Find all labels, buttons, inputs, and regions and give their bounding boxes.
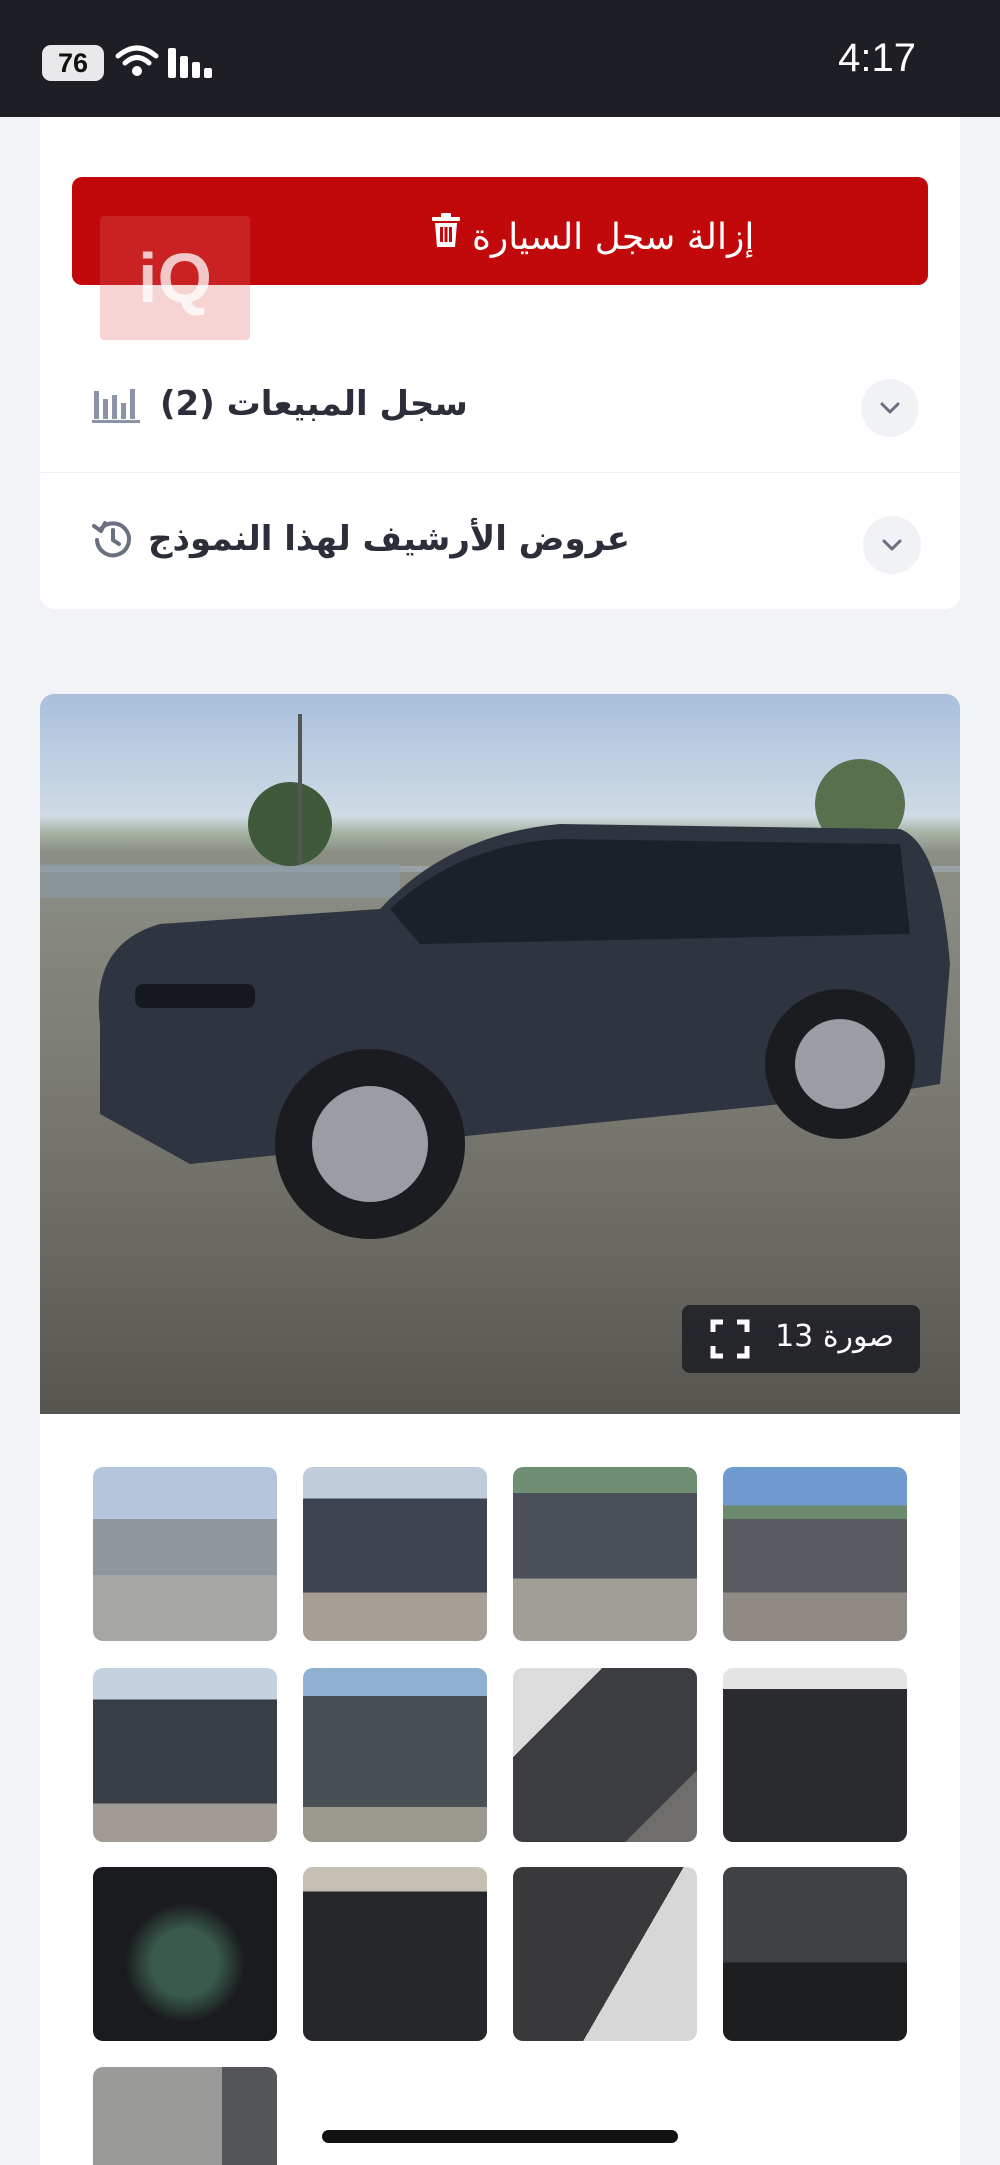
expand-sales-history-button[interactable] bbox=[861, 379, 919, 437]
gallery-thumbnail[interactable] bbox=[93, 1867, 277, 2041]
home-indicator bbox=[322, 2130, 678, 2143]
photo-count-label: صورة 13 bbox=[775, 1319, 894, 1354]
chevron-down-icon bbox=[882, 539, 902, 551]
gallery-thumbnail[interactable] bbox=[93, 1467, 277, 1641]
gallery-thumbnail[interactable] bbox=[303, 1867, 487, 2041]
gallery-thumbnail[interactable] bbox=[93, 2067, 277, 2165]
gallery-thumbnail[interactable] bbox=[723, 1467, 907, 1641]
gallery-thumbnail[interactable] bbox=[303, 1467, 487, 1641]
chevron-down-icon bbox=[880, 402, 900, 414]
sales-history-row[interactable]: سجل المبيعات (2) bbox=[40, 357, 960, 457]
archive-offers-title: عروض الأرشيف لهذا النموذج bbox=[148, 519, 630, 559]
battery-indicator: 76 bbox=[42, 45, 104, 81]
photo-count-badge[interactable]: صورة 13 bbox=[682, 1305, 920, 1373]
cellular-signal-icon bbox=[168, 48, 218, 78]
trash-icon bbox=[432, 213, 460, 247]
wifi-icon bbox=[115, 45, 159, 76]
remove-car-record-label: إزالة سجل السيارة bbox=[472, 217, 755, 258]
clock: 4:17 bbox=[838, 36, 916, 80]
expand-archive-offers-button[interactable] bbox=[863, 516, 921, 574]
archive-offers-row[interactable]: عروض الأرشيف لهذا النموذج bbox=[40, 492, 960, 592]
section-divider bbox=[40, 472, 960, 473]
gallery-thumbnail[interactable] bbox=[513, 1668, 697, 1842]
gallery-thumbnail[interactable] bbox=[723, 1668, 907, 1842]
fullscreen-icon bbox=[710, 1319, 750, 1359]
iq-watermark-logo: iQ bbox=[100, 216, 250, 340]
gallery-thumbnail[interactable] bbox=[513, 1867, 697, 2041]
bar-chart-icon bbox=[92, 389, 140, 423]
gallery-thumbnail[interactable] bbox=[93, 1668, 277, 1842]
gallery-thumbnail[interactable] bbox=[513, 1467, 697, 1641]
sales-history-title: سجل المبيعات (2) bbox=[160, 384, 468, 424]
status-bar: 76 4:17 bbox=[0, 0, 1000, 117]
gallery-thumbnail[interactable] bbox=[303, 1668, 487, 1842]
history-icon bbox=[92, 521, 131, 558]
gallery-thumbnail[interactable] bbox=[723, 1867, 907, 2041]
